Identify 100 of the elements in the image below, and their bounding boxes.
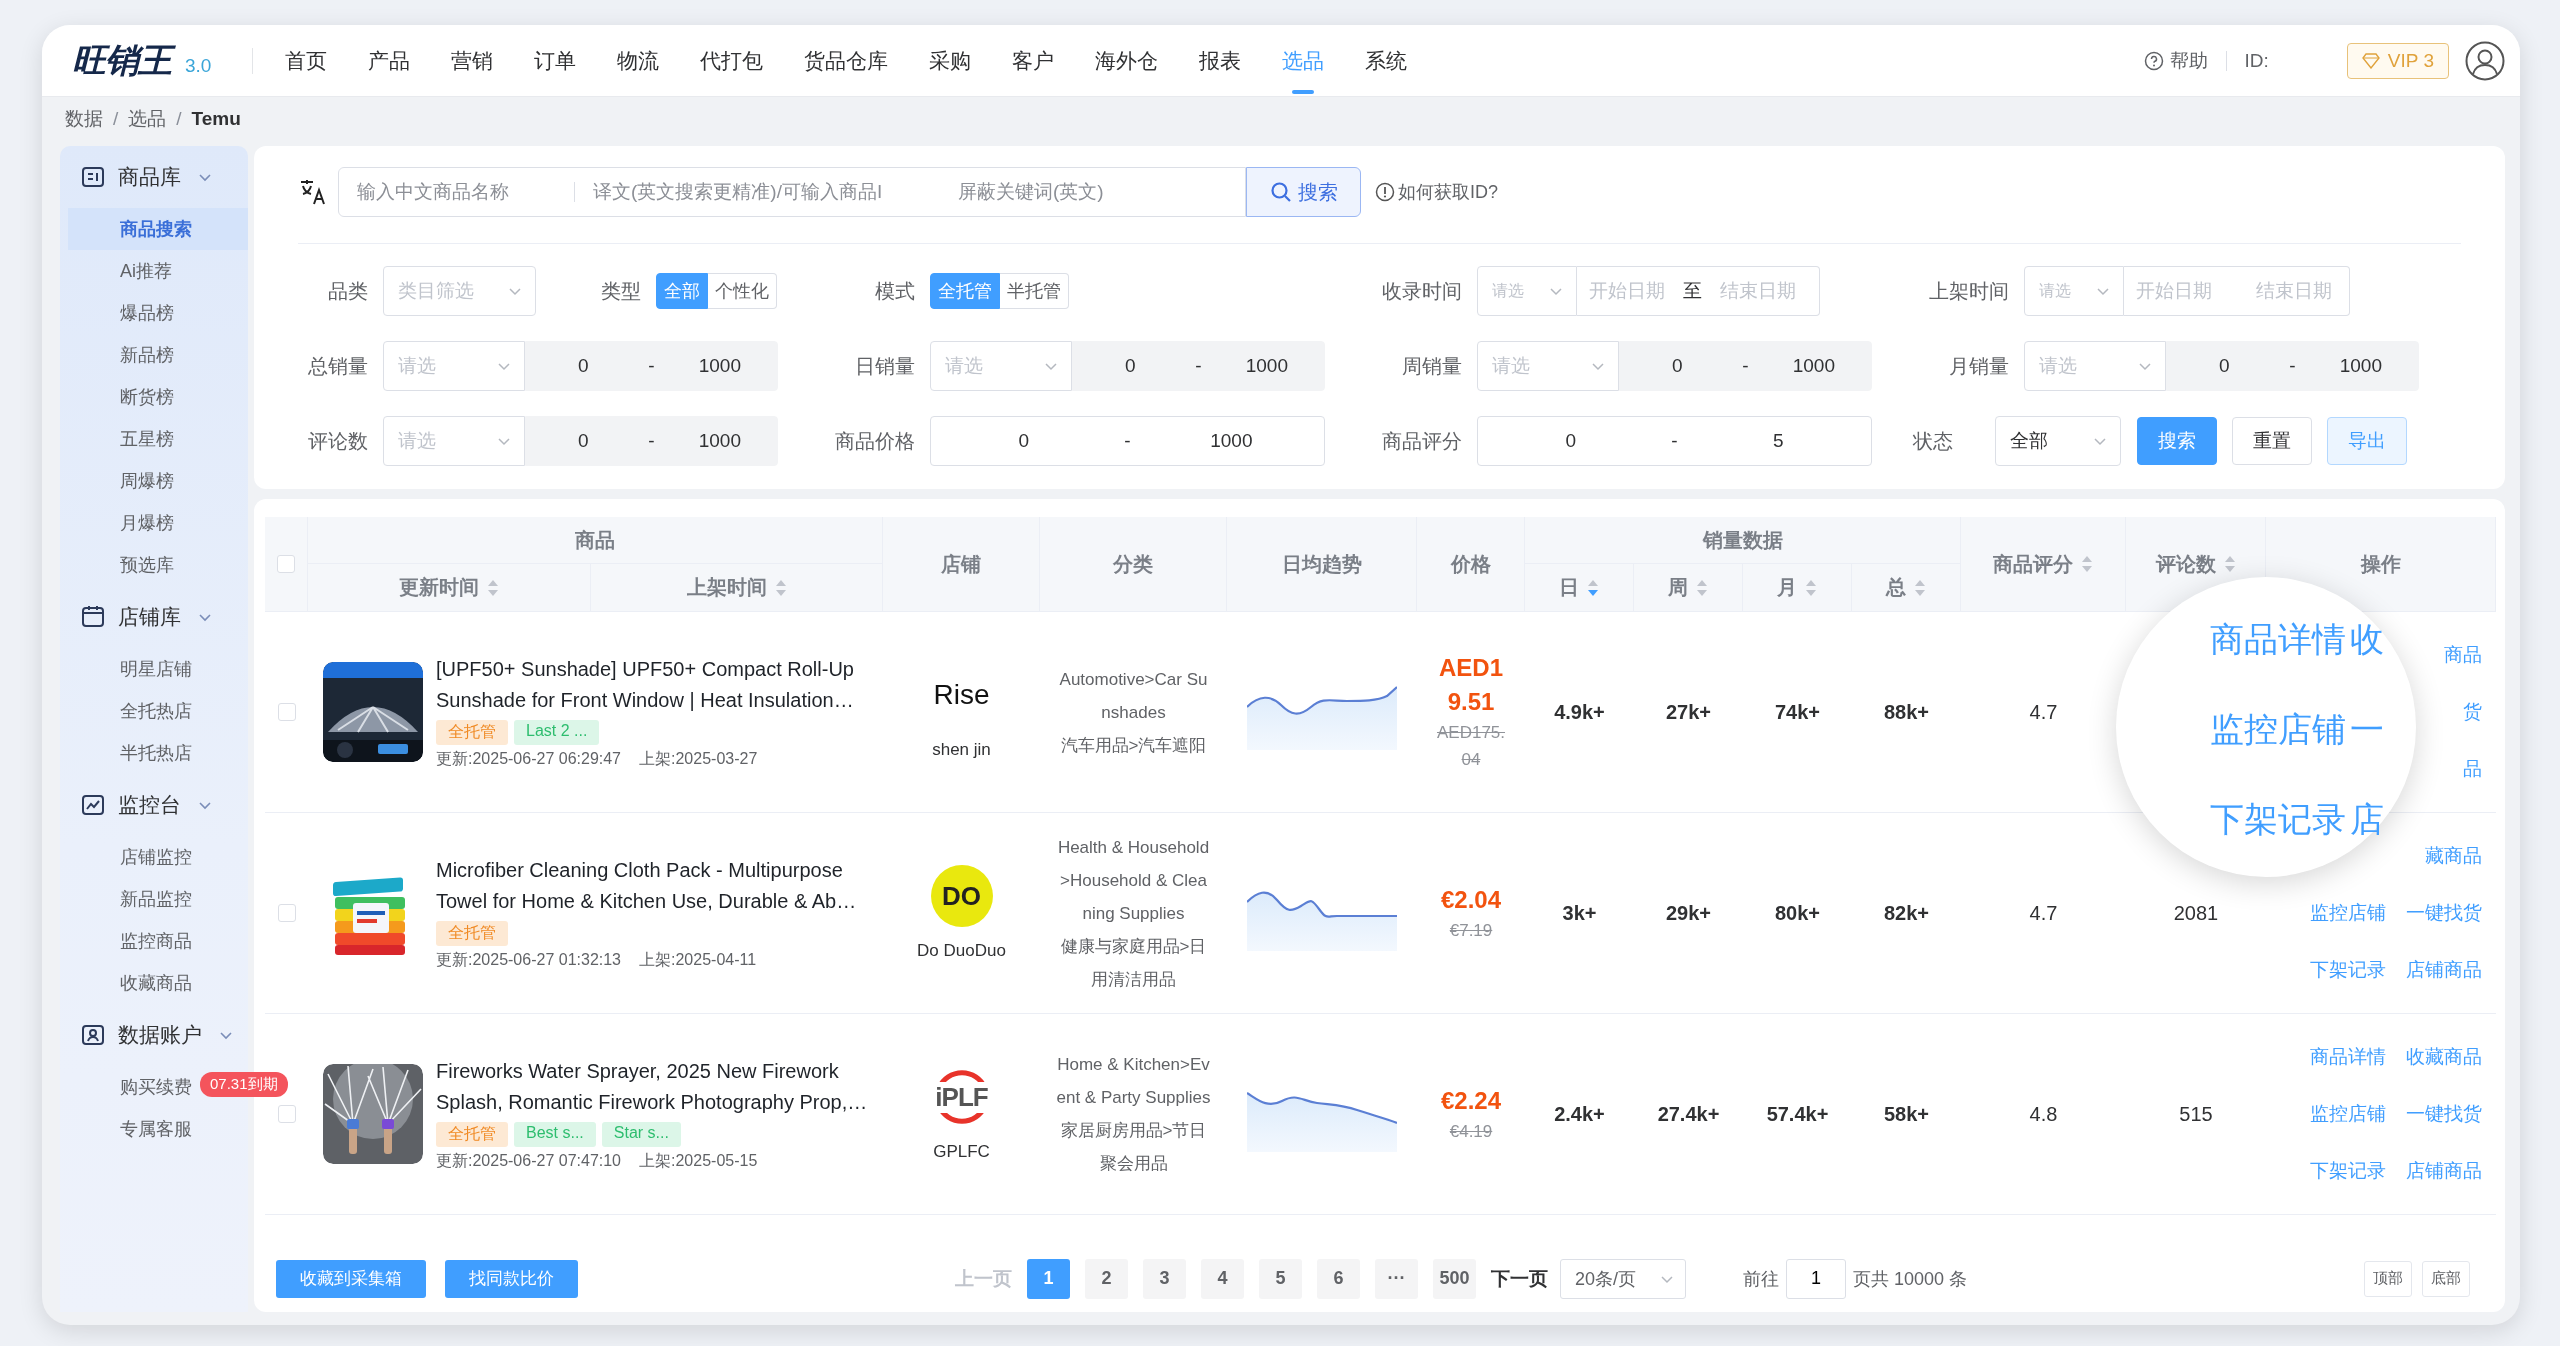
- sidebar-item[interactable]: 店铺监控: [68, 836, 248, 878]
- search-box[interactable]: 输入中文商品名称 译文(英文搜索更精准)/可输入商品I 屏蔽关键词(英文): [338, 167, 1246, 217]
- sort-icon[interactable]: [1587, 578, 1599, 597]
- sidebar-item[interactable]: 明星店铺: [68, 648, 248, 690]
- action-link[interactable]: 藏商品: [2425, 841, 2482, 871]
- column-header[interactable]: 上架时间: [686, 574, 767, 601]
- sidebar-item[interactable]: 购买续费: [68, 1066, 198, 1108]
- date-range-field[interactable]: 开始日期 结束日期: [2124, 266, 2350, 316]
- column-header[interactable]: 总: [1886, 574, 1906, 601]
- sidebar-group-label[interactable]: 数据账户: [118, 1021, 202, 1049]
- max-field[interactable]: 1000: [1138, 417, 1324, 465]
- action-link[interactable]: 商品: [2444, 640, 2482, 670]
- search-field[interactable]: 屏蔽关键词(英文): [940, 168, 1245, 216]
- start-date-field[interactable]: 开始日期: [1577, 267, 1677, 315]
- sidebar-item[interactable]: Ai推荐: [68, 250, 248, 292]
- nav-tab[interactable]: 客户: [1012, 25, 1054, 96]
- page-button[interactable]: 2: [1085, 1258, 1128, 1299]
- help-icon[interactable]: [2143, 50, 2164, 71]
- search-button[interactable]: 搜索: [1246, 167, 1361, 217]
- product-title[interactable]: Microfiber Cleaning Cloth Pack - Multipurpose Towel for Home & Kitchen Use, Durable & Ab…: [436, 855, 883, 917]
- sidebar-item[interactable]: 商品搜索: [68, 208, 248, 250]
- toggle-option[interactable]: 半托管: [1000, 273, 1069, 309]
- next-page-button[interactable]: 下一页: [1491, 1265, 1548, 1292]
- start-date-field[interactable]: 开始日期: [2124, 267, 2224, 315]
- sidebar-item[interactable]: 新品监控: [68, 878, 248, 920]
- search-field[interactable]: 译文(英文搜索更精准)/可输入商品I: [575, 168, 940, 216]
- sort-icon[interactable]: [1696, 578, 1708, 597]
- end-date-field[interactable]: 结束日期: [2244, 267, 2344, 315]
- product-title[interactable]: [UPF50+ Sunshade] UPF50+ Compact Roll-Up Sunshade for Front Window | Heat Insulation…: [436, 654, 883, 716]
- page-button[interactable]: 3: [1143, 1258, 1186, 1299]
- sidebar-item[interactable]: 全托热店: [68, 690, 248, 732]
- column-header[interactable]: 商品评分: [1993, 550, 2073, 578]
- select-field[interactable]: 全部: [1995, 416, 2121, 466]
- action-link[interactable]: 店铺商品: [2406, 1156, 2482, 1186]
- product-title[interactable]: Fireworks Water Sprayer, 2025 New Firework Splash, Romantic Firework Photography Prop,…: [436, 1056, 883, 1118]
- action-link[interactable]: 品: [2463, 754, 2482, 784]
- checkbox[interactable]: [277, 904, 296, 922]
- sidebar-group-label[interactable]: 商品库: [118, 163, 181, 191]
- range-field[interactable]: 0 - 5: [1477, 416, 1872, 466]
- checkbox[interactable]: [277, 703, 296, 721]
- action-link[interactable]: 收藏商品: [2406, 1042, 2482, 1072]
- scroll-button[interactable]: 底部: [2422, 1260, 2470, 1297]
- sort-icon[interactable]: [1914, 578, 1926, 597]
- date-range-field[interactable]: 开始日期 至 结束日期: [1577, 266, 1820, 316]
- sidebar-item[interactable]: 预选库: [68, 544, 248, 586]
- sidebar-item[interactable]: 五星榜: [68, 418, 248, 460]
- column-header[interactable]: 月: [1777, 574, 1797, 601]
- nav-tab[interactable]: 订单: [534, 25, 576, 96]
- column-header[interactable]: 日: [1559, 574, 1579, 601]
- sidebar-item[interactable]: 月爆榜: [68, 502, 248, 544]
- nav-tab[interactable]: 营销: [451, 25, 493, 96]
- column-header[interactable]: 评论数: [2155, 550, 2216, 578]
- breadcrumb-item[interactable]: 选品: [128, 106, 167, 132]
- scroll-button[interactable]: 顶部: [2364, 1260, 2412, 1297]
- sidebar-item[interactable]: 周爆榜: [68, 460, 248, 502]
- sidebar-item[interactable]: 半托热店: [68, 732, 248, 774]
- nav-tab[interactable]: 采购: [929, 25, 971, 96]
- nav-tab[interactable]: 代打包: [700, 25, 763, 96]
- sidebar-item[interactable]: 收藏商品: [68, 962, 248, 1004]
- page-button[interactable]: 500: [1433, 1258, 1476, 1299]
- min-field[interactable]: 0: [1478, 417, 1664, 465]
- toggle-option[interactable]: 个性化: [708, 273, 777, 309]
- sidebar-item[interactable]: 监控商品: [68, 920, 248, 962]
- checkbox[interactable]: [277, 555, 295, 573]
- sidebar-item[interactable]: 新品榜: [68, 334, 248, 376]
- sidebar-item[interactable]: 断货榜: [68, 376, 248, 418]
- page-button[interactable]: 5: [1259, 1258, 1302, 1299]
- nav-tab[interactable]: 物流: [617, 25, 659, 96]
- reset-button[interactable]: 重置: [2232, 417, 2312, 465]
- column-header[interactable]: 周: [1668, 574, 1688, 601]
- breadcrumb-item[interactable]: 数据: [65, 106, 103, 132]
- page-button[interactable]: 6: [1317, 1258, 1360, 1299]
- sort-icon[interactable]: [487, 578, 499, 597]
- sort-icon[interactable]: [1805, 578, 1817, 597]
- min-field[interactable]: 0: [931, 417, 1117, 465]
- search-field[interactable]: 输入中文商品名称: [339, 168, 574, 216]
- sort-icon[interactable]: [2081, 555, 2093, 573]
- sidebar-group-label[interactable]: 店铺库: [118, 603, 181, 631]
- column-header[interactable]: 更新时间: [399, 574, 479, 601]
- page-input[interactable]: 1: [1786, 1258, 1846, 1299]
- range-field[interactable]: 0 - 1000: [930, 416, 1325, 466]
- sidebar-item[interactable]: 专属客服: [68, 1108, 248, 1150]
- page-size-select[interactable]: 20条/页: [1560, 1258, 1686, 1299]
- nav-tab[interactable]: 产品: [368, 25, 410, 96]
- page-button[interactable]: 4: [1201, 1258, 1244, 1299]
- checkbox[interactable]: [277, 1105, 296, 1123]
- nav-tab[interactable]: 报表: [1199, 25, 1241, 96]
- help-link[interactable]: 如何获取ID?: [1398, 180, 1498, 204]
- page-button[interactable]: ···: [1375, 1258, 1418, 1299]
- avatar-icon[interactable]: [2465, 40, 2505, 81]
- end-date-field[interactable]: 结束日期: [1708, 267, 1808, 315]
- action-link[interactable]: 店铺商品: [2406, 955, 2482, 985]
- sort-icon[interactable]: [2223, 555, 2236, 573]
- sidebar-item[interactable]: 爆品榜: [68, 292, 248, 334]
- nav-tab[interactable]: 系统: [1365, 25, 1407, 96]
- nav-tab[interactable]: 首页: [285, 25, 327, 96]
- action-link[interactable]: 商品详情: [2310, 1042, 2386, 1072]
- nav-tab[interactable]: 海外仓: [1095, 25, 1158, 96]
- help-link[interactable]: 帮助: [2169, 47, 2208, 74]
- sidebar-group-label[interactable]: 监控台: [118, 791, 181, 819]
